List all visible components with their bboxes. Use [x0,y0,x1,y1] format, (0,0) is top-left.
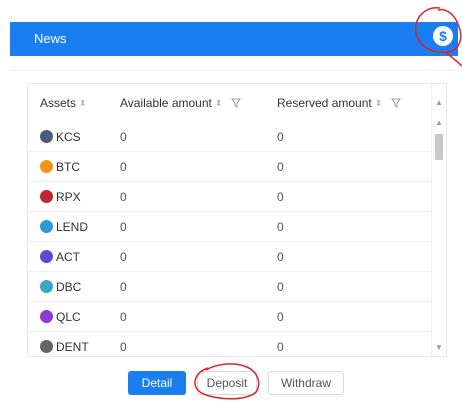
available-amount: 0 [120,130,127,144]
scroll-up-icon[interactable]: ▲ [435,98,443,107]
reserved-amount: 0 [277,250,284,264]
column-label: Available amount [120,96,212,110]
sort-icon[interactable]: ⬍ [215,98,223,109]
scroll-up-icon[interactable]: ▲ [435,118,443,127]
table-header: Assets ⬍ Available amount ⬍ Reserved amoun… [28,84,432,122]
table-row[interactable]: DENT 0 0 [28,332,432,356]
asset-cell: ACT [40,250,80,264]
reserved-amount: 0 [277,310,284,324]
detail-button[interactable]: Detail [128,371,186,395]
table-row[interactable]: DBC 0 0 [28,272,432,302]
asset-cell: BTC [40,160,80,174]
asset-symbol: RPX [56,190,81,204]
scroll-thumb[interactable] [435,134,443,160]
reserved-amount: 0 [277,130,284,144]
asset-cell: QLC [40,310,81,324]
assets-table: Assets ⬍ Available amount ⬍ Reserved amoun… [27,83,447,357]
qlc-icon [40,310,53,323]
sort-icon[interactable]: ⬍ [375,98,383,109]
divider [10,70,458,71]
column-header-assets[interactable]: Assets ⬍ [40,96,87,110]
asset-symbol: KCS [56,130,81,144]
asset-cell: KCS [40,130,81,144]
available-amount: 0 [120,310,127,324]
table-row[interactable]: ACT 0 0 [28,242,432,272]
withdraw-button[interactable]: Withdraw [268,371,344,395]
asset-cell: DBC [40,280,81,294]
dent-icon [40,340,53,353]
rpx-icon [40,190,53,203]
reserved-amount: 0 [277,280,284,294]
available-amount: 0 [120,250,127,264]
table-row[interactable]: LEND 0 0 [28,212,432,242]
asset-symbol: DBC [56,280,82,294]
reserved-amount: 0 [277,340,284,354]
asset-symbol: DENT [56,340,89,354]
table-row[interactable]: RPX 0 0 [28,182,432,212]
dollar-coin-icon[interactable]: $ [433,26,453,46]
table-body: KCS 0 0 BTC 0 0 RPX 0 0 LEND 0 0 ACT 0 0 DBC 0 0 QLC 0 0 DENT… [28,122,432,356]
column-label: Reserved amount [277,96,372,110]
available-amount: 0 [120,160,127,174]
available-amount: 0 [120,190,127,204]
asset-cell: LEND [40,220,88,234]
table-row[interactable]: KCS 0 0 [28,122,432,152]
column-label: Assets [40,96,77,110]
deposit-button[interactable]: Deposit [197,371,257,395]
dbc-icon [40,280,53,293]
scroll-down-icon[interactable]: ▼ [435,343,443,352]
sort-icon[interactable]: ⬍ [79,98,87,109]
available-amount: 0 [120,280,127,294]
reserved-amount: 0 [277,220,284,234]
btc-icon [40,160,53,173]
filter-icon[interactable] [390,97,401,111]
asset-symbol: ACT [56,250,80,264]
column-header-available[interactable]: Available amount ⬍ [120,96,241,111]
asset-symbol: QLC [56,310,81,324]
asset-symbol: LEND [56,220,89,234]
kcs-icon [40,130,53,143]
act-icon [40,250,53,263]
table-row[interactable]: BTC 0 0 [28,152,432,182]
header-title: News [34,31,67,46]
table-row[interactable]: QLC 0 0 [28,302,432,332]
filter-icon[interactable] [230,97,241,111]
table-scrollbar[interactable]: ▲ ▲ ▼ [431,84,446,356]
reserved-amount: 0 [277,190,284,204]
news-header-bar: News [10,22,458,56]
reserved-amount: 0 [277,160,284,174]
asset-cell: DENT [40,340,89,354]
available-amount: 0 [120,220,127,234]
lend-icon [40,220,53,233]
asset-cell: RPX [40,190,81,204]
asset-symbol: BTC [56,160,80,174]
column-header-reserved[interactable]: Reserved amount ⬍ [277,96,401,111]
available-amount: 0 [120,340,127,354]
